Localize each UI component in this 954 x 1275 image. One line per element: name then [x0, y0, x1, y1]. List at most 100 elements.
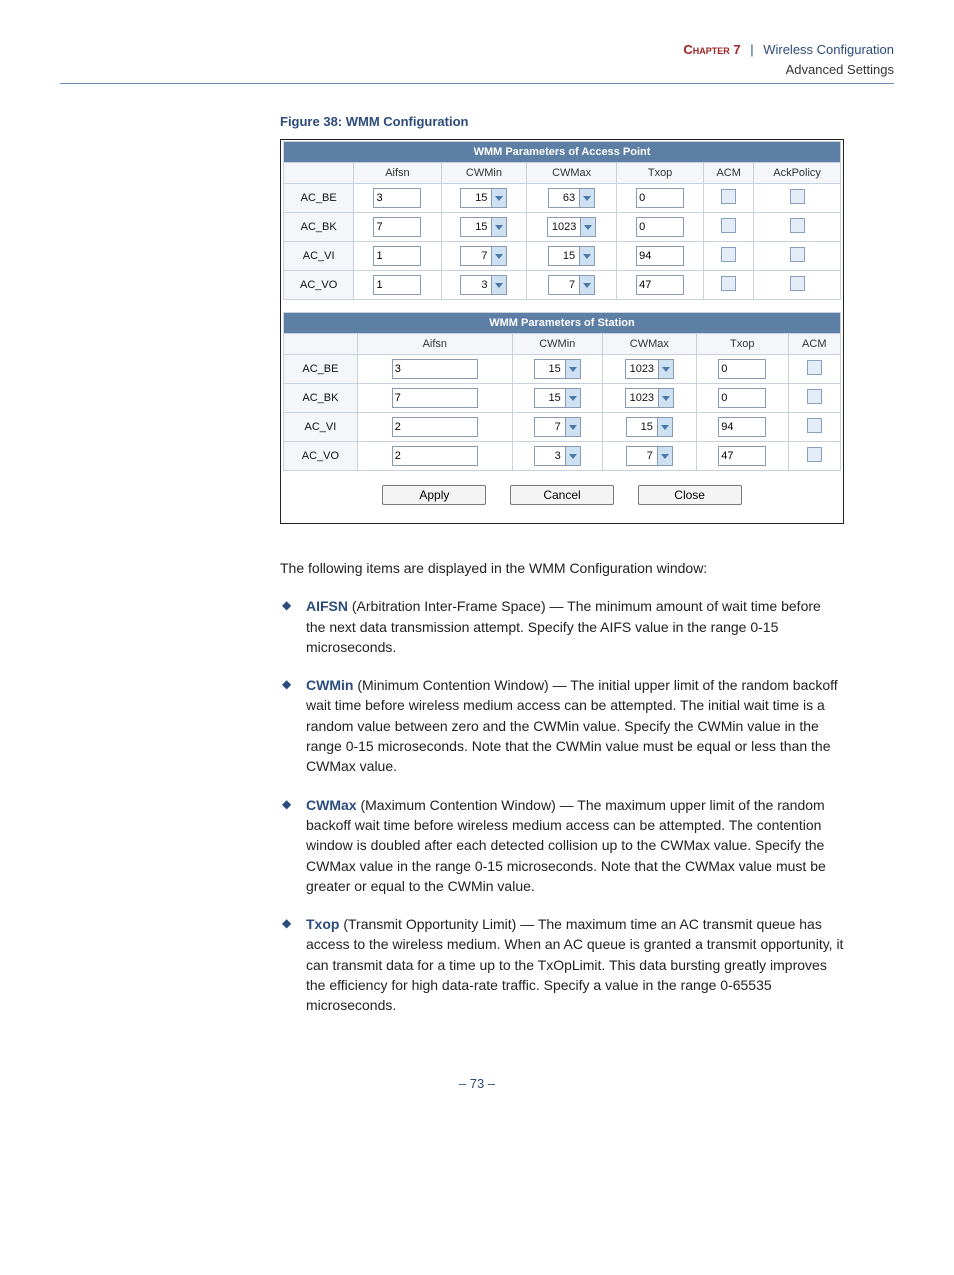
term: CWMin	[306, 677, 353, 693]
txop-input[interactable]	[718, 417, 766, 437]
aifsn-input[interactable]	[373, 188, 421, 208]
aifsn-input[interactable]	[373, 217, 421, 237]
chevron-down-icon	[491, 247, 506, 265]
ackpolicy-checkbox[interactable]	[790, 218, 805, 233]
txop-input[interactable]	[718, 388, 766, 408]
col-acm: ACM	[704, 163, 754, 184]
chevron-down-icon	[579, 276, 594, 294]
txop-input[interactable]	[718, 446, 766, 466]
ackpolicy-checkbox[interactable]	[790, 247, 805, 262]
cwmin-select[interactable]: 7	[534, 417, 581, 437]
aifsn-input[interactable]	[392, 359, 478, 379]
close-button[interactable]: Close	[638, 485, 742, 505]
row-label: AC_VO	[284, 442, 358, 471]
cwmax-select[interactable]: 7	[626, 446, 673, 466]
page-header: Chapter 7 | Wireless Configuration Advan…	[60, 40, 894, 79]
chevron-down-icon	[565, 447, 580, 465]
acm-checkbox[interactable]	[807, 447, 822, 462]
wmm-ap-table: WMM Parameters of Access Point Aifsn CWM…	[283, 141, 841, 300]
cwmin-select[interactable]: 7	[460, 246, 507, 266]
ackpolicy-checkbox[interactable]	[790, 189, 805, 204]
col-ackpolicy: AckPolicy	[754, 163, 841, 184]
cwmax-select[interactable]: 15	[626, 417, 673, 437]
aifsn-input[interactable]	[373, 246, 421, 266]
chevron-down-icon	[658, 389, 673, 407]
chevron-down-icon	[565, 389, 580, 407]
col-cwmin: CWMin	[441, 163, 527, 184]
term: CWMax	[306, 797, 357, 813]
col-txop: Txop	[696, 334, 788, 355]
aifsn-input[interactable]	[392, 446, 478, 466]
chevron-down-icon	[658, 360, 673, 378]
aifsn-input[interactable]	[392, 388, 478, 408]
col-acm: ACM	[788, 334, 840, 355]
cwmax-select[interactable]: 1023	[625, 359, 674, 379]
col-aifsn: Aifsn	[354, 163, 441, 184]
page-number: – 73 –	[0, 1076, 954, 1091]
cwmin-select[interactable]: 3	[460, 275, 507, 295]
term-desc: (Arbitration Inter-Frame Space) — The mi…	[306, 598, 821, 655]
table-row: AC_VI 7 15	[284, 242, 841, 271]
sta-table-title: WMM Parameters of Station	[284, 313, 841, 334]
row-label: AC_BK	[284, 213, 354, 242]
cwmax-select[interactable]: 7	[548, 275, 595, 295]
acm-checkbox[interactable]	[721, 189, 736, 204]
aifsn-input[interactable]	[392, 417, 478, 437]
cancel-button[interactable]: Cancel	[510, 485, 614, 505]
list-item: Txop (Transmit Opportunity Limit) — The …	[280, 914, 844, 1015]
chapter-label: Chapter 7	[683, 42, 740, 57]
chevron-down-icon	[491, 189, 506, 207]
ackpolicy-checkbox[interactable]	[790, 276, 805, 291]
acm-checkbox[interactable]	[807, 360, 822, 375]
cwmin-select[interactable]: 15	[534, 359, 581, 379]
cwmax-select[interactable]: 1023	[625, 388, 674, 408]
chevron-down-icon	[491, 276, 506, 294]
col-txop: Txop	[616, 163, 703, 184]
row-label: AC_VI	[284, 413, 358, 442]
col-aifsn: Aifsn	[357, 334, 512, 355]
table-row: AC_VO 3 7	[284, 271, 841, 300]
chevron-down-icon	[657, 418, 672, 436]
table-row: AC_BE 15 63	[284, 184, 841, 213]
txop-input[interactable]	[636, 188, 684, 208]
txop-input[interactable]	[636, 275, 684, 295]
txop-input[interactable]	[636, 246, 684, 266]
term-desc: (Minimum Contention Window) — The initia…	[306, 677, 838, 774]
term: Txop	[306, 916, 339, 932]
acm-checkbox[interactable]	[721, 218, 736, 233]
cwmax-select[interactable]: 15	[548, 246, 595, 266]
table-row: AC_BE 15 1023	[284, 355, 841, 384]
cwmin-select[interactable]: 15	[534, 388, 581, 408]
aifsn-input[interactable]	[373, 275, 421, 295]
term-desc: (Transmit Opportunity Limit) — The maxim…	[306, 916, 843, 1013]
acm-checkbox[interactable]	[721, 247, 736, 262]
acm-checkbox[interactable]	[721, 276, 736, 291]
list-item: CWMin (Minimum Contention Window) — The …	[280, 675, 844, 776]
figure-title: Figure 38: WMM Configuration	[280, 114, 844, 129]
row-label: AC_BK	[284, 384, 358, 413]
chevron-down-icon	[565, 418, 580, 436]
chevron-down-icon	[491, 218, 506, 236]
chapter-title: Wireless Configuration	[763, 42, 894, 57]
cwmin-select[interactable]: 15	[460, 188, 507, 208]
cwmin-select[interactable]: 15	[460, 217, 507, 237]
chevron-down-icon	[580, 218, 595, 236]
figure-box: WMM Parameters of Access Point Aifsn CWM…	[280, 139, 844, 524]
txop-input[interactable]	[718, 359, 766, 379]
table-row: AC_BK 15 1023	[284, 384, 841, 413]
row-label: AC_BE	[284, 355, 358, 384]
txop-input[interactable]	[636, 217, 684, 237]
acm-checkbox[interactable]	[807, 389, 822, 404]
cwmax-select[interactable]: 63	[548, 188, 595, 208]
col-cwmax: CWMax	[527, 163, 617, 184]
table-row: AC_VI 7 15	[284, 413, 841, 442]
cwmax-select[interactable]: 1023	[547, 217, 596, 237]
table-row: AC_BK 15 1023	[284, 213, 841, 242]
chevron-down-icon	[657, 447, 672, 465]
col-cwmax: CWMax	[602, 334, 696, 355]
list-item: AIFSN (Arbitration Inter-Frame Space) — …	[280, 596, 844, 657]
apply-button[interactable]: Apply	[382, 485, 486, 505]
acm-checkbox[interactable]	[807, 418, 822, 433]
row-label: AC_BE	[284, 184, 354, 213]
cwmin-select[interactable]: 3	[534, 446, 581, 466]
